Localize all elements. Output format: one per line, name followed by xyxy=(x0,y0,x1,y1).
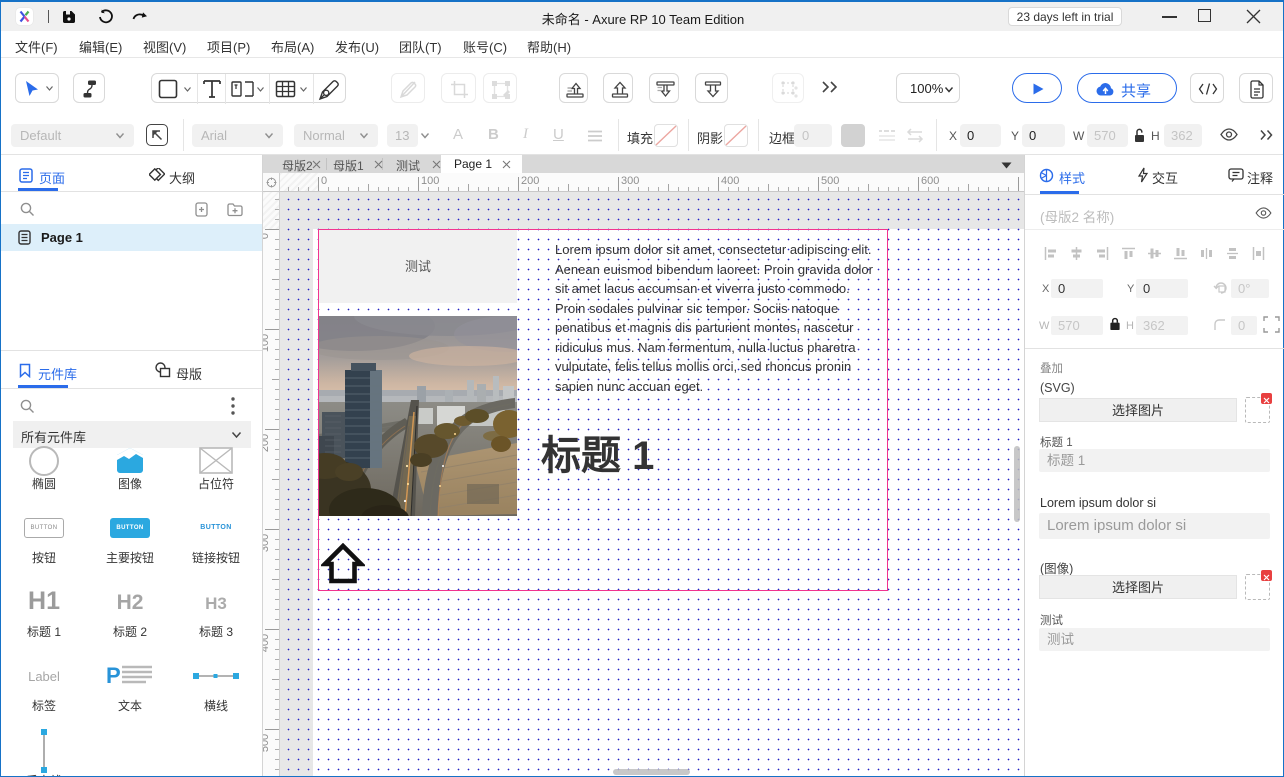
svg-text:P: P xyxy=(106,663,121,688)
